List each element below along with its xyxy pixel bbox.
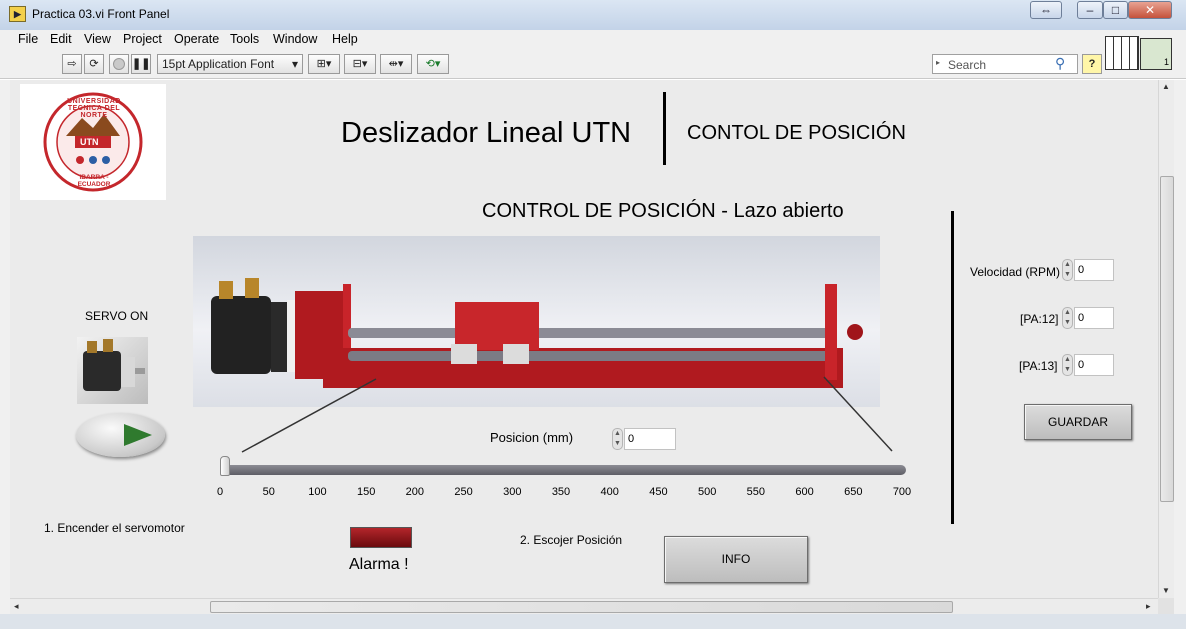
vertical-scroll-thumb[interactable] [1160, 176, 1174, 502]
menu-operate[interactable]: Operate [174, 32, 219, 46]
pa13-label: [PA:13] [1019, 359, 1058, 373]
vertical-scrollbar[interactable]: ▲ ▼ [1158, 80, 1175, 598]
close-button[interactable]: ✕ [1128, 1, 1172, 19]
slider-tick-label: 50 [262, 486, 275, 498]
slider-tick-label: 650 [844, 486, 863, 498]
slider-tick-label: 600 [795, 486, 814, 498]
slider-tick-labels: 0 50 100 150 200 250 300 350 400 450 500 550 600 650 7… [0, 486, 1186, 500]
slider-tick-label: 200 [405, 486, 425, 498]
panel-right-border [1174, 80, 1186, 614]
scroll-up-icon[interactable]: ▲ [1162, 82, 1170, 91]
pa13-input[interactable]: 0 [1074, 354, 1114, 376]
menu-view[interactable]: View [84, 32, 111, 46]
window-title: Practica 03.vi Front Panel [32, 7, 170, 21]
chevron-down-icon: ▾ [291, 57, 298, 71]
page-subtitle: CONTOL DE POSICIÓN [687, 122, 906, 144]
velocidad-input[interactable]: 0 [1074, 259, 1114, 281]
slider-tick-label: 0 [216, 486, 224, 498]
info-button[interactable]: INFO [664, 536, 808, 583]
section-title: CONTROL DE POSICIÓN - Lazo abierto [482, 200, 844, 222]
guardar-button[interactable]: GUARDAR [1024, 404, 1132, 440]
panel-left-border [0, 80, 10, 614]
logo-ring-text: UNIVERSIDAD TECNICA DEL NORTE [67, 98, 121, 119]
align-objects-icon[interactable]: ⊞▾ [308, 54, 340, 74]
velocidad-label: Velocidad (RPM) [970, 265, 1061, 279]
slider-tick-label: 150 [356, 486, 376, 498]
scroll-right-icon[interactable]: ▸ [1146, 601, 1151, 612]
run-continuously-icon[interactable]: ⟳ [84, 54, 104, 74]
servo-on-toggle[interactable] [76, 413, 165, 457]
horizontal-scrollbar[interactable]: ◂ ▸ [10, 598, 1158, 615]
logo-center-text: UTN [80, 137, 99, 147]
pa12-input[interactable]: 0 [1074, 307, 1114, 329]
scroll-corner [1158, 598, 1174, 614]
context-help-icon[interactable]: ? [1082, 54, 1102, 74]
play-arrow-icon [124, 424, 152, 446]
minimize-button[interactable]: – [1077, 1, 1103, 19]
info-button-label: INFO [721, 552, 751, 566]
distribute-objects-icon[interactable]: ⊟▾ [344, 54, 376, 74]
font-select[interactable]: 15pt Application Font ▾ [157, 54, 303, 74]
page-title: Deslizador Lineal UTN [341, 117, 632, 149]
slider-tick-label: 550 [746, 486, 766, 498]
slider-tick-label: 250 [454, 486, 473, 498]
vi-icon[interactable]: 1 [1140, 38, 1172, 70]
pa12-label: [PA:12] [1020, 312, 1059, 326]
resize-objects-icon[interactable]: ⇹▾ [380, 54, 412, 74]
alarm-label: Alarma ! [349, 556, 409, 573]
run-arrow-icon[interactable]: ⇨ [62, 54, 82, 74]
step-1-label: 1. Encender el servomotor [44, 521, 185, 535]
reorder-icon[interactable]: ⟲▾ [417, 54, 449, 74]
connector-pane-icon[interactable] [1105, 36, 1139, 70]
maximize-button[interactable]: □ [1103, 1, 1128, 19]
menu-file[interactable]: File [18, 32, 38, 46]
pa12-increment-icon[interactable]: ▲ ▼ [1062, 307, 1073, 329]
slider-tick-label: 500 [697, 486, 717, 498]
abort-icon[interactable] [109, 54, 129, 74]
guardar-button-label: GUARDAR [1047, 415, 1108, 429]
position-slider-thumb[interactable] [220, 456, 230, 476]
font-select-label: 15pt Application Font [162, 57, 275, 71]
menu-help[interactable]: Help [332, 32, 358, 46]
servo-motor-svg [83, 339, 145, 391]
restore-icon[interactable]: ⇔ [1030, 1, 1062, 19]
menu-edit[interactable]: Edit [50, 32, 72, 46]
menu-project[interactable]: Project [123, 32, 162, 46]
search-placeholder: Search [948, 58, 987, 72]
scroll-left-icon[interactable]: ◂ [14, 601, 19, 612]
slider-tick-label: 350 [551, 486, 571, 498]
scroll-down-icon[interactable]: ▼ [1162, 586, 1170, 595]
slider-tick-label: 300 [503, 486, 522, 498]
slider-tick-label: 450 [649, 486, 668, 498]
servo-on-label: SERVO ON [85, 309, 149, 323]
university-logo: UNIVERSIDAD TECNICA DEL NORTE UTN IBARRA… [20, 84, 166, 200]
menu-window[interactable]: Window [273, 32, 317, 46]
position-label: Posicion (mm) [490, 430, 574, 445]
position-input[interactable]: 0 [624, 428, 676, 450]
taskbar-strip [0, 614, 1186, 629]
step-2-label: 2. Escojer Posición [520, 533, 623, 547]
position-slider-track[interactable] [220, 465, 906, 475]
params-divider [951, 211, 954, 524]
search-scope-icon: ▸ [936, 58, 941, 67]
header-divider [663, 92, 666, 165]
slider-tick-label: 700 [892, 486, 912, 498]
pa13-increment-icon[interactable]: ▲ ▼ [1062, 354, 1073, 376]
search-input[interactable]: ▸ Search ⚲ [932, 54, 1078, 74]
pause-icon[interactable]: ❚❚ [131, 54, 151, 74]
search-icon[interactable]: ⚲ [1055, 55, 1065, 72]
slider-tick-label: 100 [308, 486, 327, 498]
title-bar [0, 0, 1186, 30]
alarm-led [350, 527, 412, 548]
logo-bottom-text: IBARRA - ECUADOR [77, 174, 111, 188]
slider-tick-label: 400 [600, 486, 619, 498]
horizontal-scroll-thumb[interactable] [210, 601, 953, 613]
position-increment-icon[interactable]: ▲ ▼ [612, 428, 623, 450]
velocidad-increment-icon[interactable]: ▲ ▼ [1062, 259, 1073, 281]
servo-motor-image [77, 337, 148, 404]
labview-app-icon: ▶ [9, 6, 26, 22]
menu-tools[interactable]: Tools [230, 32, 259, 46]
